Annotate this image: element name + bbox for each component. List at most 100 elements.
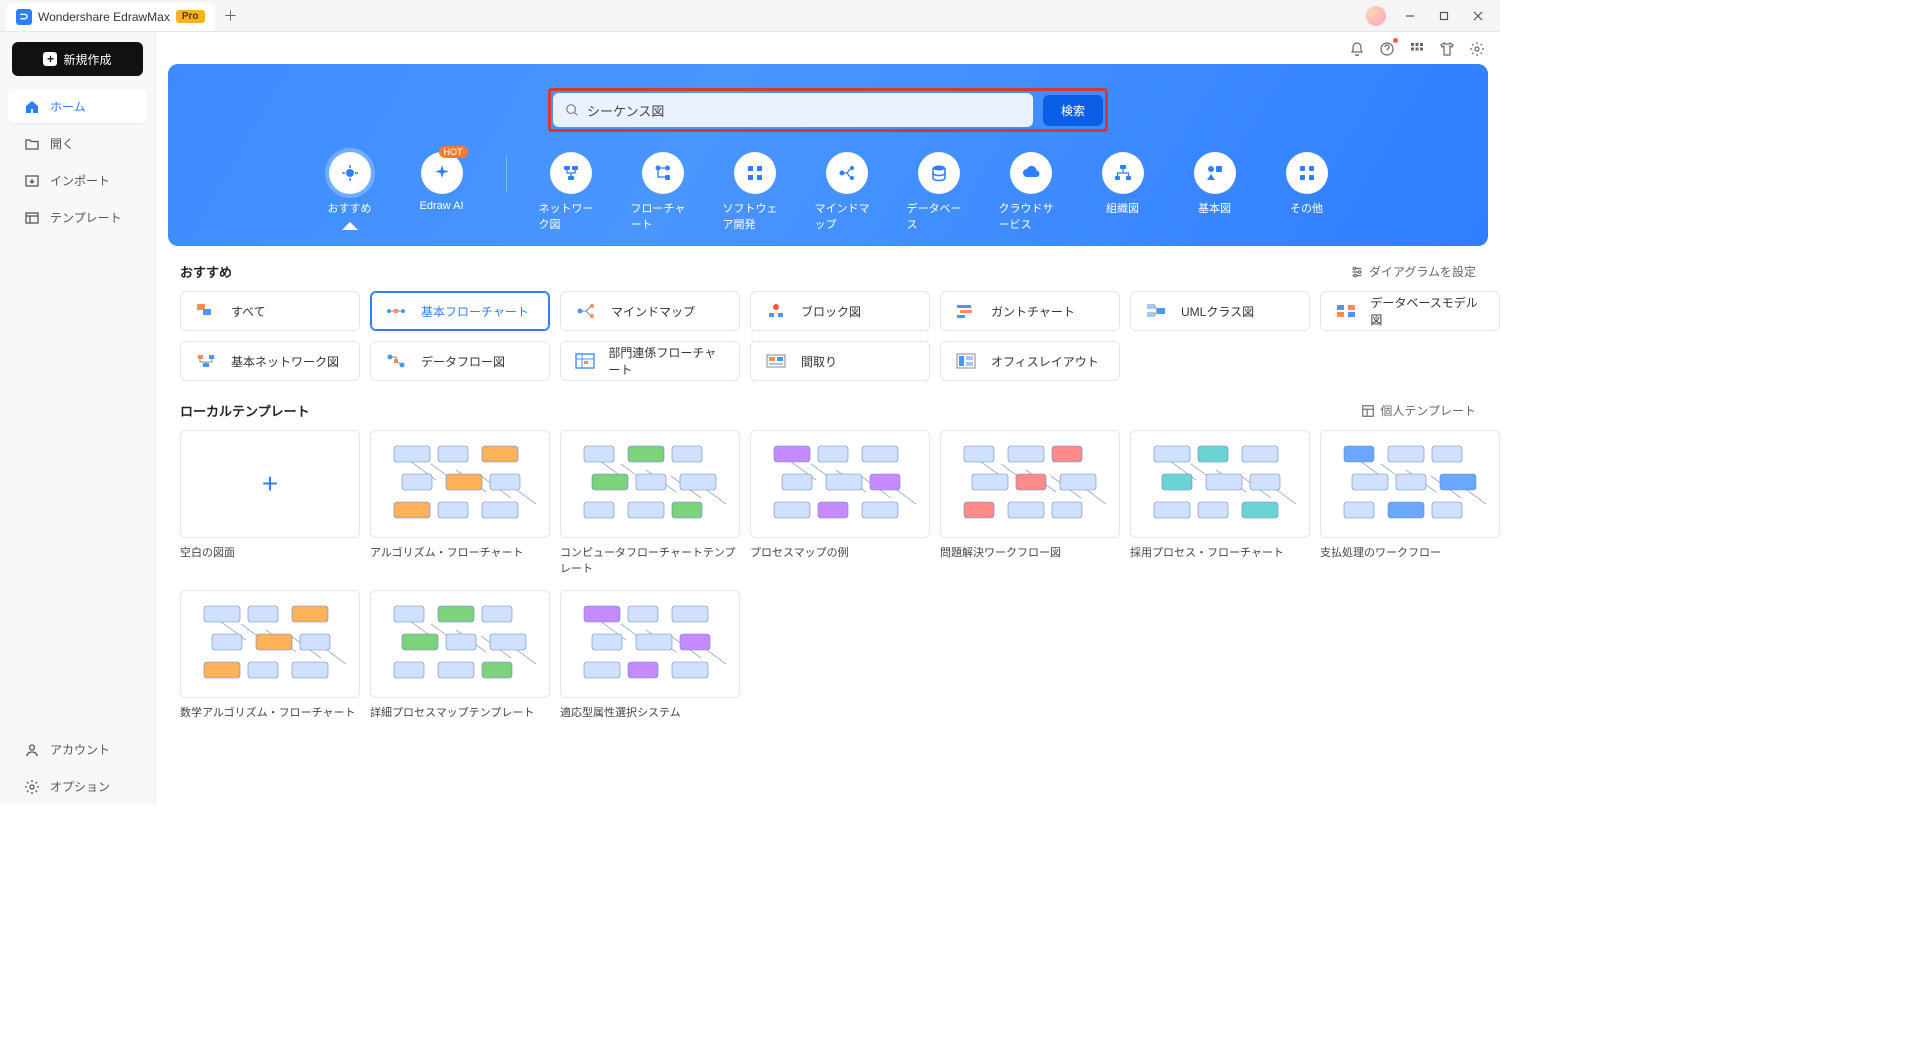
chip-label: データベースモデル図 bbox=[1370, 294, 1487, 328]
search-button[interactable]: 検索 bbox=[1043, 95, 1103, 126]
network-icon bbox=[550, 152, 592, 194]
chip-icon bbox=[193, 351, 219, 371]
diagram-settings-link[interactable]: ダイアグラムを設定 bbox=[1350, 263, 1476, 280]
template-card[interactable]: 問題解決ワークフロー図 bbox=[940, 430, 1120, 576]
window-controls bbox=[1366, 2, 1500, 30]
flowchart-icon bbox=[642, 152, 684, 194]
local-title: ローカルテンプレート bbox=[180, 401, 310, 420]
sidebar-item-template[interactable]: テンプレート bbox=[8, 201, 147, 234]
template-card[interactable]: コンピュータフローチャートテンプレート bbox=[560, 430, 740, 576]
template-label: 詳細プロセスマップテンプレート bbox=[370, 704, 550, 720]
category-label: マインドマップ bbox=[815, 200, 879, 232]
category-orgchart[interactable]: 組織図 bbox=[1091, 152, 1155, 216]
category-label: Edraw AI bbox=[419, 200, 463, 212]
import-icon bbox=[24, 173, 40, 189]
sparkle-icon bbox=[421, 152, 463, 194]
template-card[interactable]: 適応型属性選択システム bbox=[560, 590, 740, 720]
recommend-chip[interactable]: 基本ネットワーク図 bbox=[180, 341, 360, 381]
template-card[interactable]: プロセスマップの例 bbox=[750, 430, 930, 576]
titlebar: ⊃ Wondershare EdrawMax Pro ＋ bbox=[0, 0, 1500, 32]
template-thumbnail: + bbox=[180, 430, 360, 538]
category-label: クラウドサービス bbox=[999, 200, 1063, 232]
close-button[interactable] bbox=[1462, 2, 1494, 30]
template-card[interactable]: 支払処理のワークフロー bbox=[1320, 430, 1500, 576]
app-tab[interactable]: ⊃ Wondershare EdrawMax Pro bbox=[6, 3, 215, 31]
maximize-button[interactable] bbox=[1428, 2, 1460, 30]
recommend-chip[interactable]: 部門連係フローチャート bbox=[560, 341, 740, 381]
category-mindmap[interactable]: マインドマップ bbox=[815, 152, 879, 232]
bell-icon[interactable] bbox=[1348, 40, 1366, 58]
sidebar-item-label: インポート bbox=[50, 172, 110, 189]
template-thumbnail bbox=[1130, 430, 1310, 538]
template-icon bbox=[24, 210, 40, 226]
category-other[interactable]: その他 bbox=[1275, 152, 1339, 216]
user-icon bbox=[24, 742, 40, 758]
recommend-chip[interactable]: オフィスレイアウト bbox=[940, 341, 1120, 381]
template-card[interactable]: 詳細プロセスマップテンプレート bbox=[370, 590, 550, 720]
template-label: アルゴリズム・フローチャート bbox=[370, 544, 550, 560]
chip-label: オフィスレイアウト bbox=[991, 353, 1099, 370]
category-label: おすすめ bbox=[328, 200, 372, 216]
plus-icon: + bbox=[262, 468, 278, 500]
sidebar-item-label: ホーム bbox=[50, 98, 86, 115]
apps-icon[interactable] bbox=[1408, 40, 1426, 58]
sidebar-item-import[interactable]: インポート bbox=[8, 164, 147, 197]
category-edraw-ai[interactable]: HOT Edraw AI bbox=[410, 152, 474, 212]
search-input[interactable] bbox=[587, 103, 1021, 118]
category-software[interactable]: ソフトウェア開発 bbox=[723, 152, 787, 232]
template-label: 採用プロセス・フローチャート bbox=[1130, 544, 1310, 560]
new-document-button[interactable]: + 新規作成 bbox=[12, 42, 143, 76]
recommend-chip[interactable]: データベースモデル図 bbox=[1320, 291, 1500, 331]
personal-templates-link[interactable]: 個人テンプレート bbox=[1361, 402, 1476, 419]
template-card[interactable]: アルゴリズム・フローチャート bbox=[370, 430, 550, 576]
template-label: 問題解決ワークフロー図 bbox=[940, 544, 1120, 560]
template-label: プロセスマップの例 bbox=[750, 544, 930, 560]
category-flowchart[interactable]: フローチャート bbox=[631, 152, 695, 232]
shirt-icon[interactable] bbox=[1438, 40, 1456, 58]
recommend-chip[interactable]: すべて bbox=[180, 291, 360, 331]
sidebar-item-open[interactable]: 開く bbox=[8, 127, 147, 160]
category-label: ソフトウェア開発 bbox=[723, 200, 787, 232]
recommend-chip[interactable]: 間取り bbox=[750, 341, 930, 381]
template-thumbnail bbox=[560, 430, 740, 538]
sidebar-item-label: 開く bbox=[50, 135, 74, 152]
recommend-chip[interactable]: UMLクラス図 bbox=[1130, 291, 1310, 331]
chip-label: UMLクラス図 bbox=[1181, 303, 1254, 320]
category-label: 組織図 bbox=[1106, 200, 1139, 216]
chip-icon bbox=[573, 301, 599, 321]
minimize-button[interactable] bbox=[1394, 2, 1426, 30]
category-recommend[interactable]: おすすめ bbox=[318, 152, 382, 216]
category-network[interactable]: ネットワーク図 bbox=[539, 152, 603, 232]
settings-icon[interactable] bbox=[1468, 40, 1486, 58]
sidebar-item-account[interactable]: アカウント bbox=[8, 733, 147, 766]
category-basic[interactable]: 基本図 bbox=[1183, 152, 1247, 216]
sidebar-item-home[interactable]: ホーム bbox=[8, 90, 147, 123]
pro-badge: Pro bbox=[176, 10, 205, 23]
category-database[interactable]: データベース bbox=[907, 152, 971, 232]
sidebar-item-options[interactable]: オプション bbox=[8, 770, 147, 803]
recommend-chip[interactable]: ガントチャート bbox=[940, 291, 1120, 331]
chip-icon bbox=[953, 301, 979, 321]
category-label: 基本図 bbox=[1198, 200, 1231, 216]
recommend-chip[interactable]: マインドマップ bbox=[560, 291, 740, 331]
template-card[interactable]: +空白の図面 bbox=[180, 430, 360, 576]
recommend-chip[interactable]: 基本フローチャート bbox=[370, 291, 550, 331]
template-card[interactable]: 数学アルゴリズム・フローチャート bbox=[180, 590, 360, 720]
chip-icon bbox=[1333, 301, 1358, 321]
recommend-chip[interactable]: ブロック図 bbox=[750, 291, 930, 331]
hot-badge: HOT bbox=[439, 146, 468, 158]
avatar[interactable] bbox=[1366, 6, 1386, 26]
search-box[interactable] bbox=[553, 93, 1033, 127]
help-icon[interactable] bbox=[1378, 40, 1396, 58]
chip-icon bbox=[383, 301, 409, 321]
database-icon bbox=[918, 152, 960, 194]
new-tab-button[interactable]: ＋ bbox=[217, 2, 245, 30]
chip-label: 基本フローチャート bbox=[421, 303, 529, 320]
template-label: 数学アルゴリズム・フローチャート bbox=[180, 704, 360, 720]
template-card[interactable]: 採用プロセス・フローチャート bbox=[1130, 430, 1310, 576]
chip-icon bbox=[1143, 301, 1169, 321]
category-cloud[interactable]: クラウドサービス bbox=[999, 152, 1063, 232]
sidebar: + 新規作成 ホーム 開く インポート テンプレート アカウント オプション bbox=[0, 32, 156, 805]
recommend-chip[interactable]: データフロー図 bbox=[370, 341, 550, 381]
chip-label: データフロー図 bbox=[421, 353, 505, 370]
